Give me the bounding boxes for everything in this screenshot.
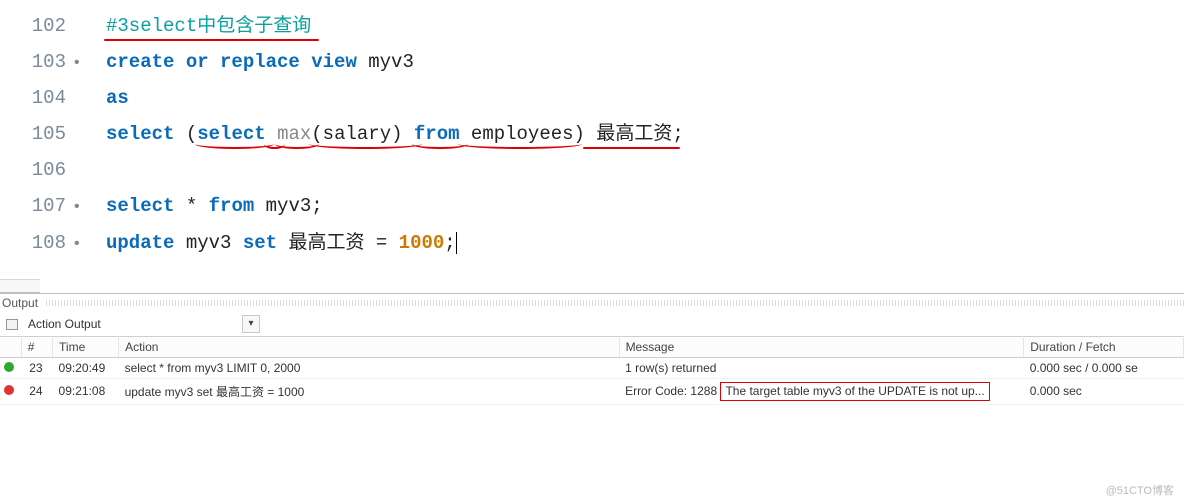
- code-content[interactable]: select (select max(salary) from employee…: [90, 116, 684, 152]
- statement-marker-icon: •: [72, 229, 90, 259]
- col-index-header: #: [21, 336, 52, 357]
- status-error-icon: [4, 385, 14, 395]
- code-content[interactable]: as: [90, 80, 129, 116]
- col-action-header: Action: [119, 336, 620, 357]
- row-action: select * from myv3 LIMIT 0, 2000: [119, 357, 620, 378]
- watermark: @51CTO博客: [1106, 482, 1174, 498]
- error-highlight-box: The target table myv3 of the UPDATE is n…: [720, 382, 989, 401]
- row-duration: 0.000 sec / 0.000 se: [1024, 357, 1184, 378]
- row-duration: 0.000 sec: [1024, 378, 1184, 404]
- col-time-header: Time: [53, 336, 119, 357]
- text-cursor: [456, 232, 457, 254]
- output-mode-label: Action Output: [26, 317, 236, 331]
- code-line[interactable]: 102 #3select中包含子查询: [0, 8, 1184, 44]
- col-duration-header: Duration / Fetch: [1024, 336, 1184, 357]
- status-ok-icon: [4, 362, 14, 372]
- code-content[interactable]: select * from myv3;: [90, 188, 323, 224]
- output-panel: Output Action Output ▾ # Time Action Mes…: [0, 293, 1184, 405]
- line-number: 103: [0, 44, 72, 80]
- code-line[interactable]: 106: [0, 152, 1184, 188]
- row-message: Error Code: 1288 The target table myv3 o…: [619, 378, 1024, 404]
- output-mode-dropdown[interactable]: ▾: [242, 315, 260, 333]
- col-status-header: [0, 336, 21, 357]
- line-number: 105: [0, 116, 72, 152]
- code-content[interactable]: update myv3 set 最高工资 = 1000;: [90, 225, 457, 261]
- output-pane-icon: [4, 317, 20, 331]
- code-line[interactable]: 105 select (select max(salary) from emplo…: [0, 116, 1184, 152]
- row-action: update myv3 set 最高工资 = 1000: [119, 378, 620, 404]
- code-content[interactable]: #3select中包含子查询: [90, 8, 311, 44]
- line-number: 104: [0, 80, 72, 116]
- statement-marker-icon: •: [72, 48, 90, 78]
- output-toolbar: Action Output ▾: [0, 312, 1184, 336]
- code-line[interactable]: 108•update myv3 set 最高工资 = 1000;: [0, 225, 1184, 261]
- table-row[interactable]: 2409:21:08update myv3 set 最高工资 = 1000Err…: [0, 378, 1184, 404]
- output-grid[interactable]: # Time Action Message Duration / Fetch 2…: [0, 336, 1184, 405]
- code-line[interactable]: 107•select * from myv3;: [0, 188, 1184, 224]
- output-panel-title: Output: [0, 294, 1184, 312]
- code-content[interactable]: create or replace view myv3: [90, 44, 414, 80]
- code-line[interactable]: 104 as: [0, 80, 1184, 116]
- line-number: 106: [0, 152, 72, 188]
- panel-drag-handle[interactable]: [0, 279, 40, 293]
- line-number: 108: [0, 225, 72, 261]
- line-number: 107: [0, 188, 72, 224]
- output-grid-header: # Time Action Message Duration / Fetch: [0, 336, 1184, 357]
- code-editor[interactable]: 102#3select中包含子查询103•create or replace v…: [0, 0, 1184, 261]
- row-time: 09:21:08: [53, 378, 119, 404]
- row-index: 24: [21, 378, 52, 404]
- col-message-header: Message: [619, 336, 1024, 357]
- table-row[interactable]: 2309:20:49select * from myv3 LIMIT 0, 20…: [0, 357, 1184, 378]
- row-time: 09:20:49: [53, 357, 119, 378]
- line-number: 102: [0, 8, 72, 44]
- row-index: 23: [21, 357, 52, 378]
- statement-marker-icon: •: [72, 192, 90, 222]
- row-message: 1 row(s) returned: [619, 357, 1024, 378]
- code-line[interactable]: 103•create or replace view myv3: [0, 44, 1184, 80]
